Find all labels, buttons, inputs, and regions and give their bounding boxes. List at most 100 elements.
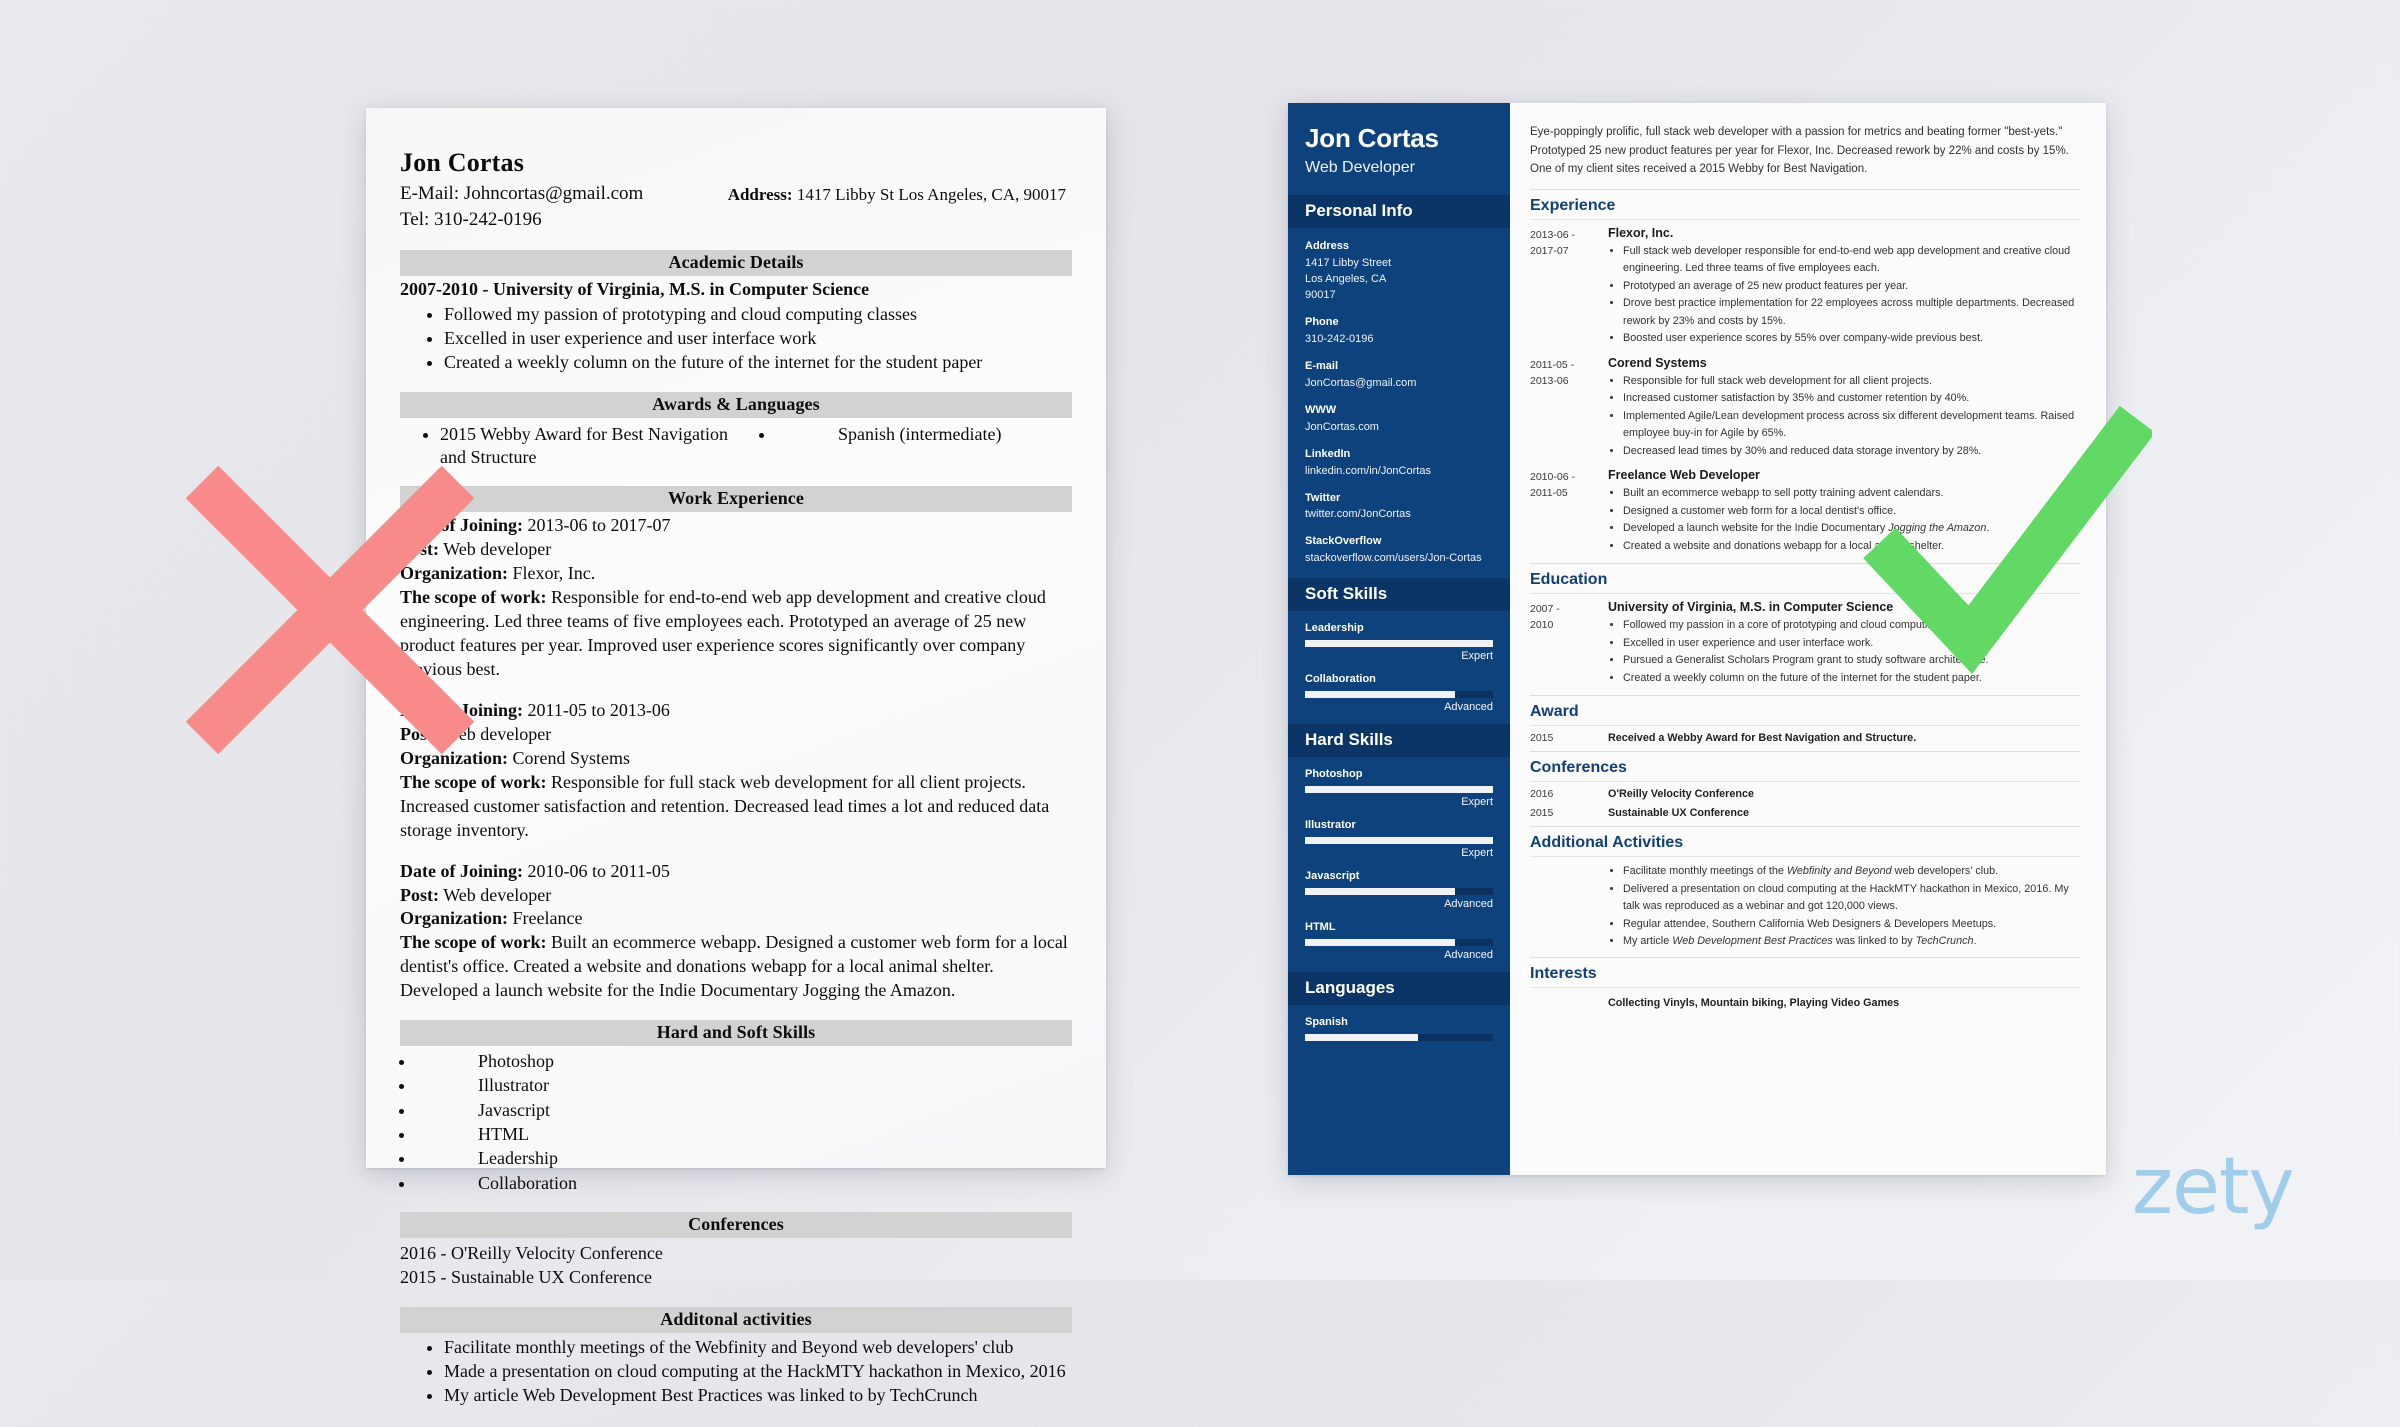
conference-date: 2016 — [1530, 788, 1554, 801]
bad-resume-phone: Tel: 310-242-0196 — [400, 209, 542, 231]
skill-bar — [1305, 640, 1493, 648]
bad-work-post-label: Post: — [400, 539, 439, 560]
bad-resume-address-label: Address: — [727, 184, 793, 204]
list-item: Excelled in user experience and user int… — [444, 326, 1072, 350]
skill-bar-fill — [1305, 1034, 1418, 1042]
sidebar-job-title: Web Developer — [1305, 159, 1415, 177]
bad-resume-content: Jon Cortas E-Mail: Johncortas@gmail.com … — [366, 108, 1106, 1427]
sidebar-header: Jon Cortas Web Developer — [1288, 124, 1510, 177]
section-education: Education 2007 - 2010 University of Virg… — [1530, 563, 2080, 687]
sidebar-field-address: Address 1417 Libby Street Los Angeles, C… — [1305, 239, 1493, 304]
list-item: Illustrator — [416, 1073, 1072, 1097]
list-item: Implemented Agile/Lean development proce… — [1623, 408, 2080, 443]
bad-work-post-value: Web developer — [443, 884, 552, 905]
section-experience: Experience 2013-06 - 2017-07 Flexor, Inc… — [1530, 188, 2080, 555]
field-value: 310-242-0196 — [1305, 332, 1374, 345]
list-item: Boosted user experience scores by 55% ov… — [1623, 330, 2080, 347]
skill-bar — [1305, 837, 1493, 845]
section-conferences: Conferences 2016 O'Reilly Velocity Confe… — [1530, 751, 2080, 819]
field-value: linkedin.com/in/JonCortas — [1305, 464, 1431, 477]
bad-work-post-label: Post: — [400, 884, 439, 905]
bad-awards-columns: 2015 Webby Award for Best Navigation and… — [400, 420, 1072, 470]
field-value: stackoverflow.com/users/Jon-Cortas — [1305, 552, 1482, 565]
list-item: Drove best practice implementation for 2… — [1623, 295, 2080, 330]
skill-name: Spanish — [1305, 1016, 1348, 1029]
field-value: twitter.com/JonCortas — [1305, 508, 1411, 521]
bad-work-scope-label: The scope of work: — [400, 771, 547, 792]
section-interests: Interests Collecting Vinyls, Mountain bi… — [1530, 956, 2080, 1009]
sidebar-field-stackoverflow: StackOverflow stackoverflow.com/users/Jo… — [1305, 534, 1493, 567]
bad-work-post-value: Web developer — [443, 539, 552, 560]
bad-work-org-value: Flexor, Inc. — [512, 563, 596, 584]
section-title-education: Education — [1530, 571, 2080, 595]
bad-work-date-label: Date of Joining: — [400, 699, 523, 720]
bad-languages-column: Spanish (intermediate) — [736, 423, 1072, 470]
list-item: 2015 - Sustainable UX Conference — [400, 1266, 652, 1287]
good-resume-main: Eye-poppingly prolific, full stack web d… — [1510, 103, 2106, 1175]
entry-date: 2007 - 2010 — [1530, 603, 1560, 632]
bad-section-heading-work: Work Experience — [400, 486, 1072, 513]
skill-bar-fill — [1305, 939, 1456, 947]
bad-work-post-value: Web developer — [443, 723, 552, 744]
list-item: Facilitate monthly meetings of the Webfi… — [444, 1335, 1072, 1359]
entry-bullets: Followed my passion in a core of prototy… — [1608, 617, 2080, 687]
skill-name: Javascript — [1305, 870, 1360, 883]
skill-row: Collaboration Advanced — [1305, 673, 1493, 713]
section-title-additional-activities: Additional Activities — [1530, 834, 2080, 858]
bad-work-date-label: Date of Joining: — [400, 515, 523, 536]
entry-title: University of Virginia, M.S. in Computer… — [1608, 600, 1894, 615]
section-additional-activities: Additional Activities Facilitate monthly… — [1530, 826, 2080, 950]
list-item: Made a presentation on cloud computing a… — [444, 1359, 1072, 1383]
bad-work-entry: Date of Joining: 2011-05 to 2013-06 Post… — [400, 699, 1072, 843]
bad-languages-list: Spanish (intermediate) — [736, 423, 1072, 446]
skill-level: Expert — [1461, 847, 1493, 860]
conference-text: Sustainable UX Conference — [1608, 807, 1749, 820]
entry-date: 2010-06 - 2011-05 — [1530, 471, 1575, 500]
list-item: Followed my passion in a core of prototy… — [1623, 617, 2080, 634]
field-label: E-mail — [1305, 359, 1339, 372]
list-item: Designed a customer web form for a local… — [1623, 503, 2080, 520]
bad-resume-contact-row: E-Mail: Johncortas@gmail.com Tel: 310-24… — [400, 181, 1072, 233]
skill-bar — [1305, 939, 1493, 947]
skill-level: Advanced — [1444, 898, 1493, 911]
bad-section-heading-additional: Additonal activities — [400, 1306, 1072, 1333]
list-item: Spanish (intermediate) — [776, 423, 1072, 446]
skill-level: Advanced — [1444, 701, 1493, 714]
skill-level: Expert — [1461, 650, 1493, 663]
sidebar-heading-personal-info: Personal Info — [1288, 195, 1510, 229]
bad-work-org-value: Freelance — [512, 908, 583, 929]
skill-name: Photoshop — [1305, 768, 1363, 781]
bad-section-heading-skills: Hard and Soft Skills — [400, 1020, 1072, 1047]
list-item: 2015 Webby Award for Best Navigation and… — [440, 423, 736, 470]
skill-bar — [1305, 786, 1493, 794]
section-title-award: Award — [1530, 703, 2080, 727]
list-item: 2016 - O'Reilly Velocity Conference — [400, 1242, 663, 1263]
list-item: My article Web Development Best Practice… — [444, 1383, 1072, 1407]
list-item: Prototyped an average of 25 new product … — [1623, 278, 2080, 295]
list-item: Built an ecommerce webapp to sell potty … — [1623, 485, 2080, 502]
bad-work-org-value: Corend Systems — [512, 747, 631, 768]
bad-work-org-label: Organization: — [400, 563, 508, 584]
sidebar-soft-skills: Leadership Expert Collaboration Advanced — [1288, 622, 1510, 713]
bad-skills-list: Photoshop Illustrator Javascript HTML Le… — [400, 1049, 1072, 1195]
field-value: 1417 Libby Street Los Angeles, CA 90017 — [1305, 257, 1392, 302]
list-item: Increased customer satisfaction by 35% a… — [1623, 390, 2080, 407]
sidebar-languages: Spanish — [1288, 1016, 1510, 1042]
additional-activities-list: Facilitate monthly meetings of the Webfi… — [1530, 863, 2080, 950]
sidebar-heading-soft-skills: Soft Skills — [1288, 578, 1510, 612]
bad-academic-bullets: Followed my passion of prototyping and c… — [400, 302, 1072, 374]
entry-title: Flexor, Inc. — [1608, 225, 1674, 240]
skill-bar — [1305, 691, 1493, 699]
bad-work-date-label: Date of Joining: — [400, 860, 523, 881]
bad-work-entry: Date of Joining: 2010-06 to 2011-05 Post… — [400, 860, 1072, 1004]
skill-row: Illustrator Expert — [1305, 819, 1493, 859]
skill-bar — [1305, 1034, 1493, 1042]
skill-level: Advanced — [1444, 949, 1493, 962]
skill-bar-fill — [1305, 640, 1493, 648]
bad-resume-name: Jon Cortas — [400, 148, 525, 177]
sidebar-field-email: E-mail JonCortas@gmail.com — [1305, 359, 1493, 392]
skill-row: Photoshop Expert — [1305, 768, 1493, 808]
bad-resume-document: Jon Cortas E-Mail: Johncortas@gmail.com … — [366, 108, 1106, 1405]
skill-name: Collaboration — [1305, 673, 1376, 686]
bad-academic-degree: 2007-2010 - University of Virginia, M.S.… — [400, 279, 870, 300]
